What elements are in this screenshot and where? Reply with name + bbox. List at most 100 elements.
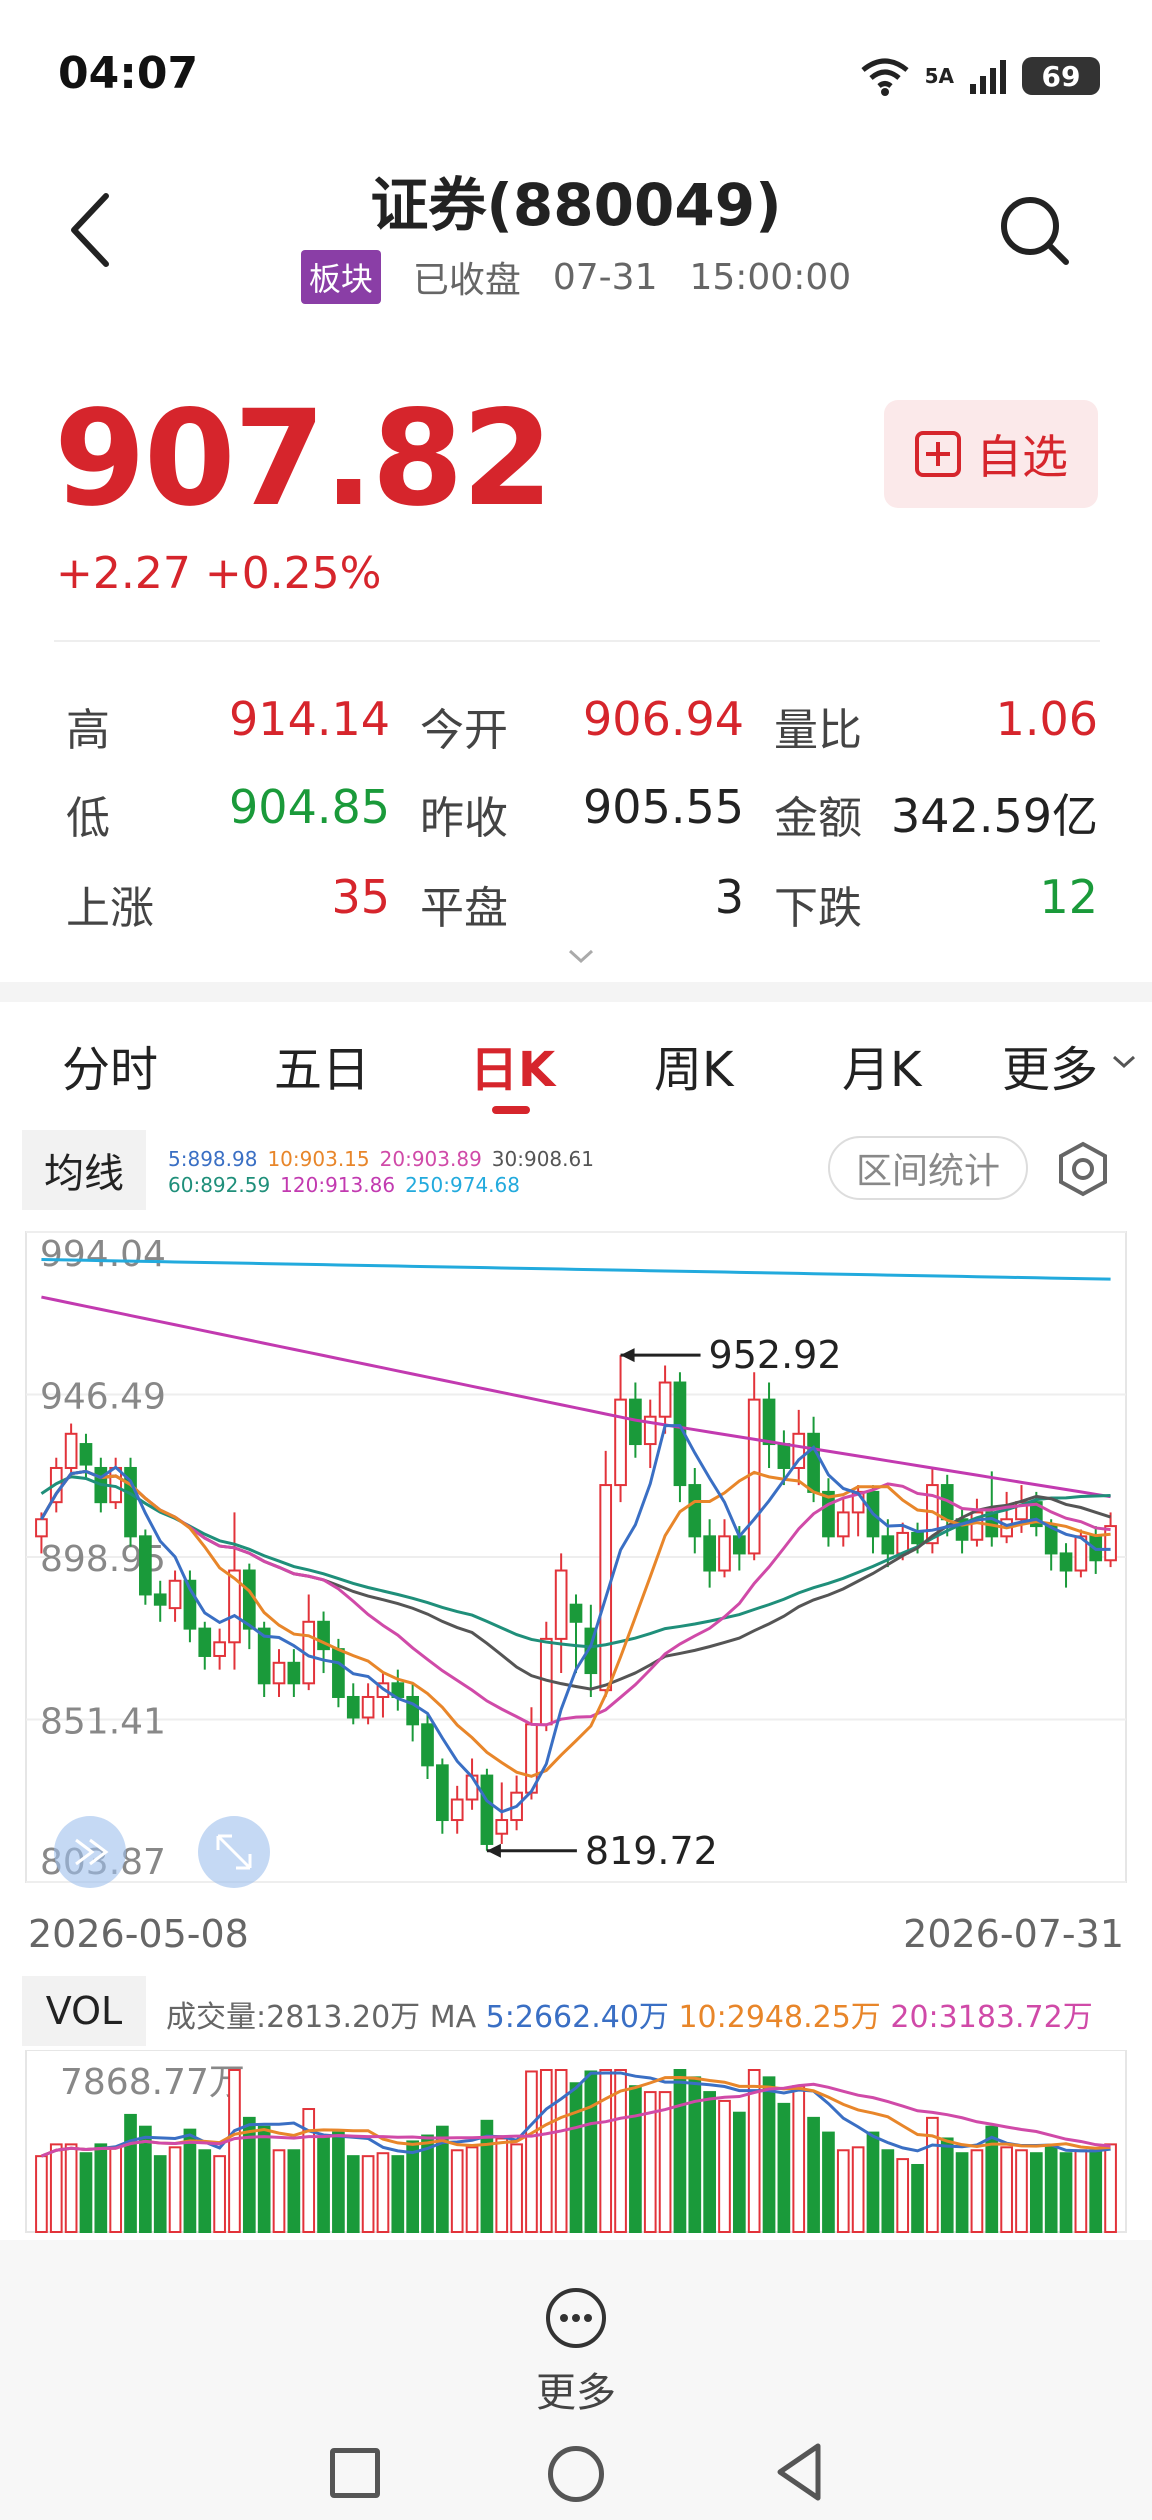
candle-body (718, 1535, 731, 1572)
ma-value: 120:913.86 (280, 1173, 396, 1197)
settings-hexagon-icon[interactable] (1054, 1140, 1112, 1198)
candle-body (569, 1603, 583, 1623)
volume-bar (242, 2116, 256, 2233)
stat-label: 低 (66, 793, 110, 844)
wifi-icon (861, 58, 909, 96)
volume-bar (866, 2131, 880, 2233)
candle-body (658, 1381, 672, 1418)
tab-0[interactable]: 分时 (62, 1030, 158, 1100)
volume-chart[interactable]: 7868.77万 (0, 2050, 1152, 2240)
volume-bar (49, 2143, 63, 2233)
volume-bar (584, 2070, 598, 2233)
candle-body (732, 1535, 746, 1555)
page-title: 证券(880049) (370, 171, 782, 239)
vol-toggle[interactable]: VOL (22, 1976, 146, 2046)
chevron-down-icon[interactable] (566, 946, 596, 966)
candle-body (836, 1511, 850, 1538)
volume-bar (64, 2143, 78, 2233)
candle-body (287, 1661, 301, 1685)
recent-apps-icon[interactable] (330, 2448, 380, 2498)
tab-3[interactable]: 周K (654, 1030, 733, 1100)
volume-bar (851, 2146, 865, 2233)
volume-bar (1074, 2149, 1088, 2233)
vol-ma10: 10:2948.25万 (678, 2000, 881, 2035)
range-stats-button[interactable]: 区间统计 (828, 1136, 1028, 1200)
watch-label: 自选 (976, 430, 1068, 484)
high-label: 952.92 (709, 1333, 842, 1377)
volume-bar (124, 2113, 137, 2233)
candle-body (153, 1593, 167, 1606)
low-marker-arrow (486, 1843, 501, 1858)
volume-bar (732, 2111, 746, 2233)
volume-bar (257, 2125, 271, 2233)
volume-bar (465, 2146, 479, 2233)
volume-bar (272, 2149, 286, 2233)
volume-bar (911, 2163, 924, 2233)
tab-4[interactable]: 月K (842, 1030, 921, 1100)
volume-bar (183, 2128, 197, 2233)
stat-label: 下跌 (774, 883, 862, 934)
volume-bar (168, 2146, 182, 2233)
vol-legend: 成交量:2813.20万 MA 5:2662.40万 10:2948.25万 2… (166, 1992, 1093, 2036)
candle-body (495, 1819, 509, 1835)
stat-value: 1.06 (995, 692, 1098, 746)
volume-bar (287, 2149, 301, 2233)
battery-icon: 69 (1022, 57, 1100, 95)
volume-bar (406, 2140, 420, 2233)
more-dots-icon[interactable] (544, 2286, 608, 2350)
more-chevron-icon[interactable] (1110, 1052, 1138, 1072)
volume-bar (525, 2070, 538, 2233)
stat-label: 平盘 (420, 883, 508, 934)
subtitle-row: 板块 已收盘 07-31 15:00:00 (0, 250, 1152, 304)
stat-value: 3 (714, 870, 744, 924)
sector-tag: 板块 (300, 250, 381, 304)
candle-body (688, 1484, 702, 1538)
volume-bar (1029, 2152, 1043, 2233)
network-label: 5A (924, 64, 954, 88)
candle-body (139, 1535, 152, 1596)
add-watchlist-button[interactable]: 自选 (884, 400, 1098, 508)
volume-bar (94, 2143, 108, 2233)
ma-legend-row2: 60:892.59 120:913.86 250:974.68 (168, 1172, 604, 1198)
ma-toggle[interactable]: 均线 (22, 1130, 146, 1210)
status-time: 04:07 (58, 48, 199, 99)
high-marker-arrow (620, 1348, 635, 1363)
tab-2[interactable]: 日K (470, 1030, 555, 1100)
more-label[interactable]: 更多 (0, 2360, 1152, 2418)
candle-body (79, 1443, 93, 1466)
stat-label: 量比 (774, 705, 862, 756)
tab-1[interactable]: 五日 (274, 1030, 370, 1100)
stat-label: 金额 (774, 793, 862, 844)
candle-body (762, 1398, 776, 1446)
candle-body (332, 1648, 345, 1698)
nav-back-icon[interactable] (774, 2442, 824, 2502)
vol-label: VOL (45, 1989, 123, 2033)
volume-bar (940, 2137, 954, 2233)
ma-value: 5:898.98 (168, 1147, 258, 1171)
ma-value: 10:903.15 (267, 1147, 370, 1171)
search-icon[interactable] (994, 190, 1074, 270)
volume-bar (985, 2125, 999, 2233)
volume-bar (361, 2155, 375, 2233)
volume-bar (1015, 2149, 1028, 2233)
volume-bar (35, 2155, 48, 2233)
tab-5[interactable]: 更多 (1002, 1030, 1098, 1100)
candle-body (881, 1535, 895, 1555)
stat-value: 342.59亿 (891, 789, 1098, 843)
last-price: 907.82 (54, 382, 553, 536)
stat-label: 今开 (420, 705, 508, 756)
home-icon[interactable] (548, 2446, 604, 2502)
candle-body (64, 1432, 78, 1469)
volume-bar (792, 2085, 806, 2234)
plus-square-icon (915, 431, 961, 477)
volume-bar (332, 2131, 345, 2233)
x-axis-start: 2026-05-08 (28, 1912, 249, 1956)
x-axis-end: 2026-07-31 (903, 1912, 1124, 1956)
ma120-line (41, 1295, 1111, 1499)
stat-label: 昨收 (420, 793, 508, 844)
price-change: +2.27 +0.25% (56, 548, 382, 599)
battery-level: 69 (1041, 59, 1081, 93)
candle-body (421, 1723, 434, 1767)
volume-bar (539, 2069, 553, 2233)
candlestick-chart[interactable]: 994.04946.49898.95851.41803.87952.92819.… (0, 1212, 1152, 1912)
